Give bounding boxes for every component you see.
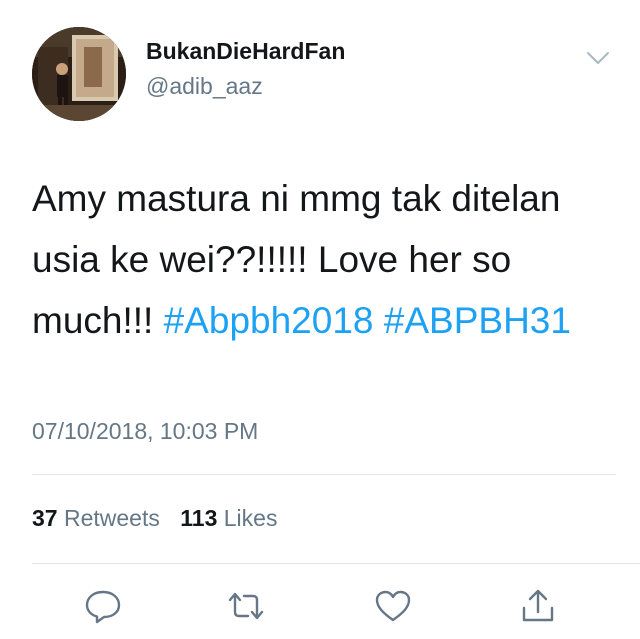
reply-icon[interactable] — [83, 588, 123, 624]
divider — [32, 474, 616, 475]
user-handle[interactable]: @adib_aaz — [146, 73, 263, 100]
avatar[interactable] — [32, 27, 126, 121]
chevron-down-icon[interactable] — [585, 48, 611, 68]
likes-count[interactable]: 113 — [180, 505, 217, 531]
divider — [32, 563, 640, 564]
retweet-icon[interactable] — [226, 588, 266, 624]
share-icon[interactable] — [518, 588, 558, 624]
tweet-text: Amy mastura ni mmg tak ditelan usia ke w… — [32, 168, 622, 351]
hashtag-link[interactable]: #ABPBH31 — [384, 300, 571, 341]
avatar-photo — [32, 27, 126, 121]
likes-label[interactable]: Likes — [224, 505, 278, 531]
display-name[interactable]: BukanDieHardFan — [146, 38, 345, 65]
tweet-timestamp: 07/10/2018, 10:03 PM — [32, 418, 259, 444]
retweets-label[interactable]: Retweets — [64, 505, 160, 531]
retweets-count[interactable]: 37 — [32, 505, 58, 531]
hashtag-link[interactable]: #Abpbh2018 — [164, 300, 374, 341]
heart-icon[interactable] — [373, 588, 413, 624]
tweet-stats: 37 Retweets 113 Likes — [32, 505, 277, 532]
